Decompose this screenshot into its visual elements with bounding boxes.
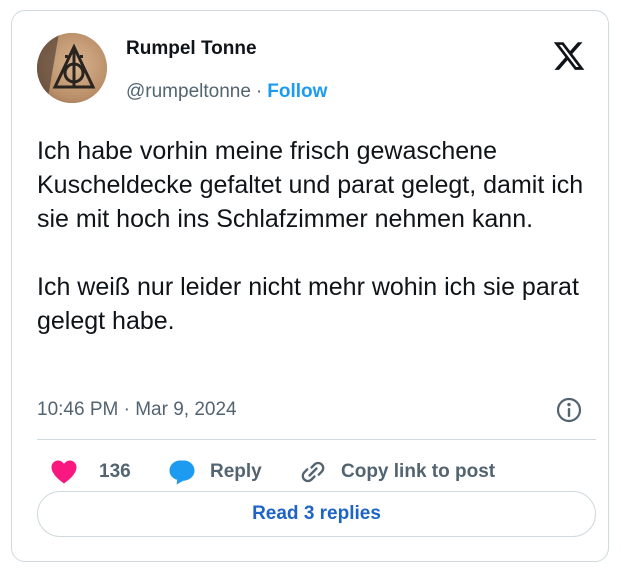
follow-button[interactable]: Follow <box>267 81 327 102</box>
reply-bubble-icon <box>169 460 195 485</box>
reply-label: Reply <box>210 461 262 482</box>
author-name[interactable]: Rumpel Tonne <box>126 38 257 60</box>
tweet-timestamp[interactable]: 10:46 PM · Mar 9, 2024 <box>37 399 237 421</box>
deathly-hallows-avatar-icon <box>37 33 107 103</box>
x-logo-icon[interactable] <box>552 39 586 73</box>
heart-icon <box>51 460 77 484</box>
tweet-paragraph: Ich habe vorhin meine frisch gewaschene … <box>37 137 584 233</box>
tweet-paragraph: Ich weiß nur leider nicht mehr wohin ich… <box>37 273 579 335</box>
link-icon <box>301 461 325 483</box>
author-meta: @rumpeltonne · Follow <box>126 81 327 103</box>
reply-button[interactable]: Reply <box>168 457 262 487</box>
like-button[interactable]: 136 <box>50 457 131 487</box>
like-count: 136 <box>99 461 131 482</box>
handle-separator: · <box>255 81 263 102</box>
author-avatar[interactable] <box>37 33 107 103</box>
divider <box>37 439 596 440</box>
author-handle[interactable]: @rumpeltonne <box>126 81 251 102</box>
copy-link-label: Copy link to post <box>341 461 496 482</box>
read-replies-button[interactable]: Read 3 replies <box>37 491 596 537</box>
tweet-embed-card: Rumpel Tonne @rumpeltonne · Follow Ich hab… <box>11 10 609 562</box>
tweet-text: Ich habe vorhin meine frisch gewaschene … <box>37 134 597 338</box>
info-icon[interactable] <box>555 396 583 424</box>
copy-link-button[interactable]: Copy link to post <box>299 457 495 487</box>
read-replies-label: Read 3 replies <box>252 503 381 524</box>
